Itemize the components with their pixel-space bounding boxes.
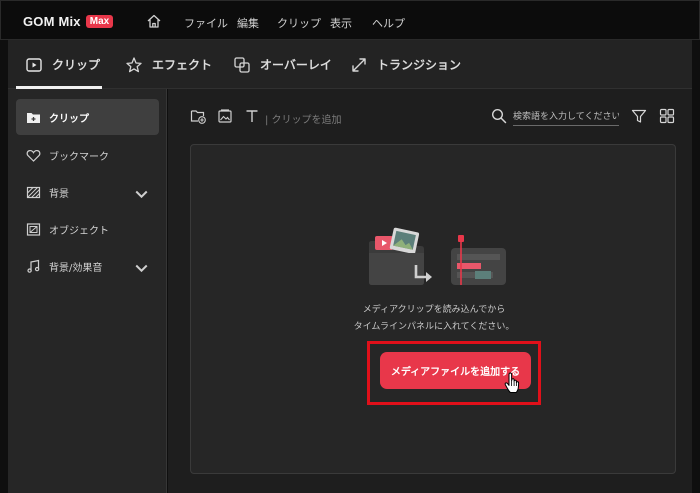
- star-icon: [126, 56, 142, 72]
- tab-bar: クリップ エフェクト オーバーレイ トランジション: [8, 40, 692, 89]
- media-drop-area[interactable]: メディアクリップを読み込んでから タイムラインパネルに入れてください。 メディア…: [190, 144, 676, 474]
- sidebar-item-label: オブジェクト: [49, 225, 109, 237]
- background-icon: [26, 186, 41, 198]
- logo-badge: Max: [85, 15, 114, 28]
- tab-overlay[interactable]: オーバーレイ: [233, 40, 332, 89]
- transition-icon: [352, 57, 366, 72]
- sidebar: クリップ ブックマーク 背景 オブジェクト 背景/効果音: [8, 89, 167, 493]
- image-icon[interactable]: [217, 108, 233, 124]
- heart-icon: [26, 149, 41, 162]
- overlay-icon: [234, 56, 250, 73]
- app-logo: GOM Mix Max: [23, 14, 114, 29]
- tab-label: エフェクト: [152, 58, 213, 72]
- menu-view[interactable]: 表示: [330, 15, 352, 31]
- hand-cursor-icon: [504, 372, 520, 393]
- sidebar-item-label: クリップ: [49, 113, 89, 125]
- tab-effect[interactable]: エフェクト: [125, 40, 212, 89]
- sidebar-item-bookmark[interactable]: ブックマーク: [16, 137, 159, 173]
- menu-help[interactable]: ヘルプ: [372, 15, 405, 31]
- sidebar-item-clip[interactable]: クリップ: [16, 99, 159, 135]
- sidebar-item-music[interactable]: 背景/効果音: [16, 248, 159, 284]
- search-input[interactable]: [513, 108, 619, 126]
- folder-icon: [27, 112, 40, 123]
- home-icon[interactable]: [146, 13, 162, 29]
- tab-label: トランジション: [377, 58, 462, 72]
- filter-icon[interactable]: [631, 108, 647, 124]
- sidebar-item-label: 背景: [49, 188, 69, 200]
- drop-message-line2: タイムラインパネルに入れてください。: [353, 322, 515, 332]
- sidebar-item-label: ブックマーク: [49, 151, 109, 163]
- tab-label: オーバーレイ: [260, 58, 332, 72]
- tab-transition[interactable]: トランジション: [350, 40, 461, 89]
- menu-clip[interactable]: クリップ: [277, 15, 321, 31]
- tab-clip[interactable]: クリップ: [25, 40, 100, 89]
- object-icon: [26, 222, 41, 236]
- menu-edit[interactable]: 編集: [237, 15, 259, 31]
- sidebar-item-background[interactable]: 背景: [16, 174, 159, 210]
- logo-text: GOM Mix: [23, 14, 81, 29]
- text-icon[interactable]: [244, 108, 260, 124]
- drop-message-line1: メディアクリップを読み込んでから: [362, 305, 506, 315]
- menu-bar: GOM Mix Max ファイル 編集 クリップ 表示 ヘルプ: [0, 0, 700, 40]
- menu-file[interactable]: ファイル: [184, 15, 228, 31]
- add-folder-icon[interactable]: [190, 108, 206, 124]
- main-panel: | クリップを追加 検索語を入力してください。 メディアクリップを読み込んでから…: [168, 89, 692, 493]
- chevron-down-icon[interactable]: [134, 187, 149, 202]
- search-icon[interactable]: [491, 108, 507, 124]
- clip-icon: [26, 57, 42, 72]
- music-icon: [27, 259, 40, 273]
- grid-view-icon[interactable]: [659, 108, 675, 124]
- add-clip-label: | クリップを追加: [265, 115, 342, 126]
- sidebar-item-object[interactable]: オブジェクト: [16, 211, 159, 247]
- import-illustration: [369, 227, 506, 285]
- sidebar-item-label: 背景/効果音: [49, 262, 103, 274]
- tab-label: クリップ: [52, 58, 101, 72]
- chevron-down-icon[interactable]: [134, 261, 149, 276]
